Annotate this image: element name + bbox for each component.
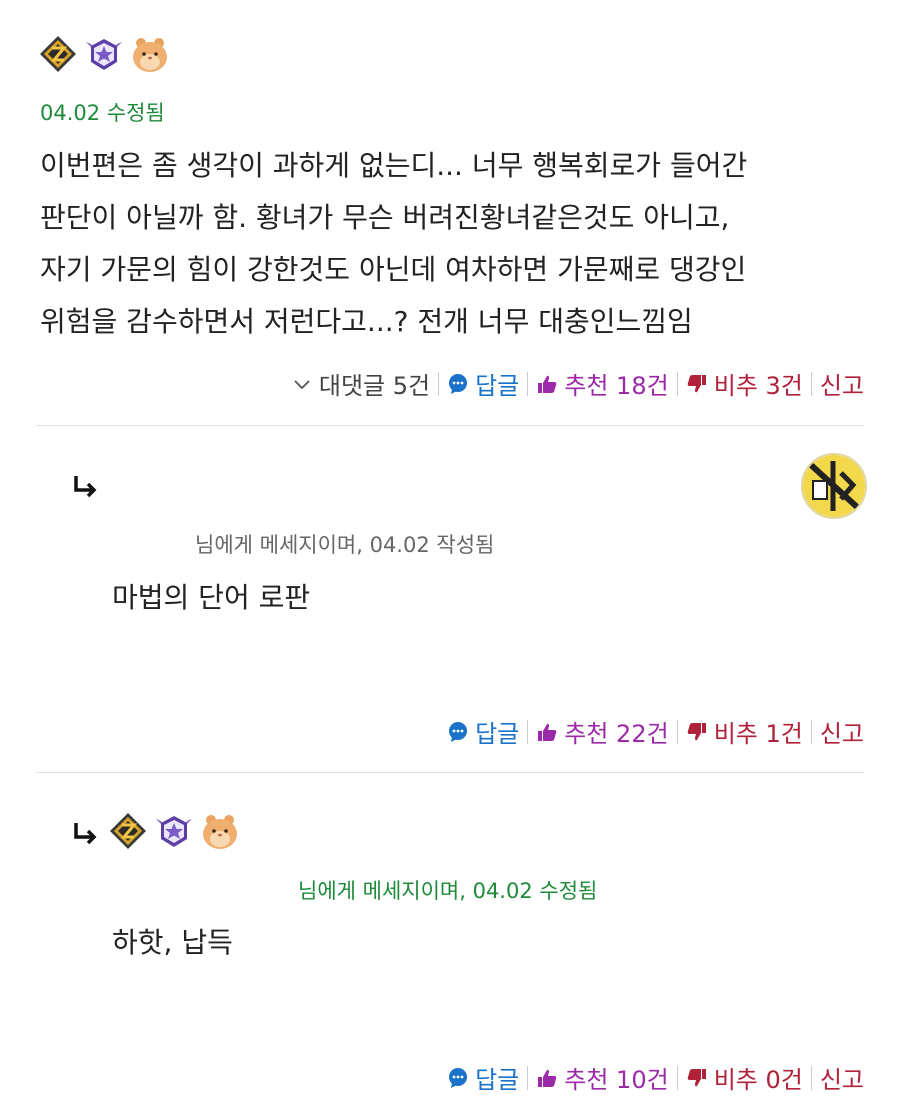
thumbs-down-icon [686,373,708,395]
report-label: 신고 [819,372,864,400]
purple-star-wing-icon [84,34,124,74]
reply-arrow-icon [70,817,100,847]
action-divider [810,719,812,744]
comment-line: 위험을 감수하면서 저런다고...? 전개 너무 대충인느낌임 [40,305,693,338]
upvote-button[interactable]: 추천 10건 [536,1060,669,1095]
comment-line: 이번편은 좀 생각이 과하게 없는디... 너무 행복회로가 들어간 [40,149,748,182]
action-divider [676,1065,678,1090]
gold-rank-emblem-icon [108,811,148,851]
reply-button[interactable]: 답글 [447,714,519,749]
comment-line: 판단이 아닐까 함. 황녀가 무슨 버려진황녀같은것도 아니고, [40,201,730,234]
comment-line: 자기 가문의 힘이 강한것도 아닌데 여차하면 가문째로 댕강인 [40,253,747,286]
action-divider [810,371,812,396]
report-button[interactable]: 신고 [820,366,864,401]
thumbs-up-icon [536,373,558,395]
reply-body: 마법의 단어 로판 [112,581,311,614]
reply-label: 답글 [475,1066,520,1094]
hamster-icon [200,811,240,851]
upvote-count: 추천 18건 [564,372,669,400]
author-badges [38,34,170,74]
reply-arrow-icon [70,470,100,500]
action-divider [438,371,440,396]
downvote-count: 비추 0건 [713,1066,803,1094]
action-divider [527,1065,529,1090]
downvote-count: 비추 3건 [713,372,803,400]
upvote-button[interactable]: 추천 18건 [536,366,669,401]
report-label: 신고 [819,720,864,748]
thumbs-down-icon [686,1067,708,1089]
comment-divider [36,425,864,426]
speech-bubble-icon [447,721,469,743]
speech-bubble-icon [447,1067,469,1089]
report-button[interactable]: 신고 [820,714,864,749]
reply-meta: 님에게 메세지이며, 04.02 수정됨 [298,879,598,903]
comment-actions: 대댓글 5건 답글 추천 18건 비추 3건 신고 [291,366,864,401]
action-divider [810,1065,812,1090]
reply-actions: 답글 추천 10건 비추 0건 신고 [447,1060,864,1095]
gold-rank-emblem-icon [38,34,78,74]
purple-star-wing-icon [154,811,194,851]
author-badges [108,811,240,851]
thumbs-up-icon [536,1067,558,1089]
downvote-button[interactable]: 비추 0건 [686,1060,803,1095]
comment-body: 이번편은 좀 생각이 과하게 없는디... 너무 행복회로가 들어간 판단이 아… [40,140,747,348]
thumbs-down-icon [686,721,708,743]
reply-body: 하핫, 납득 [112,926,233,959]
toggle-replies-button[interactable]: 대댓글 5건 [291,366,430,401]
replies-count-label: 대댓글 5건 [318,372,431,400]
downvote-button[interactable]: 비추 3건 [686,366,803,401]
hamster-icon [130,34,170,74]
avatar[interactable] [801,453,867,519]
reply-button[interactable]: 답글 [447,1060,519,1095]
speech-bubble-icon [447,373,469,395]
action-divider [527,719,529,744]
reply-button[interactable]: 답글 [447,366,519,401]
upvote-count: 추천 10건 [564,1066,669,1094]
reply-label: 답글 [475,720,520,748]
action-divider [527,371,529,396]
comment-thread: 04.02 수정됨 이번편은 좀 생각이 과하게 없는디... 너무 행복회로가… [0,0,900,1106]
upvote-count: 추천 22건 [564,720,669,748]
chevron-down-icon [291,373,313,395]
downvote-button[interactable]: 비추 1건 [686,714,803,749]
report-label: 신고 [819,1066,864,1094]
reply-meta: 님에게 메세지이며, 04.02 작성됨 [195,533,495,557]
comment-timestamp: 04.02 수정됨 [40,101,165,125]
reply-label: 답글 [475,372,520,400]
downvote-count: 비추 1건 [713,720,803,748]
action-divider [676,371,678,396]
comment-divider [36,772,864,773]
thumbs-up-icon [536,721,558,743]
report-button[interactable]: 신고 [820,1060,864,1095]
action-divider [676,719,678,744]
upvote-button[interactable]: 추천 22건 [536,714,669,749]
reply-actions: 답글 추천 22건 비추 1건 신고 [447,714,864,749]
